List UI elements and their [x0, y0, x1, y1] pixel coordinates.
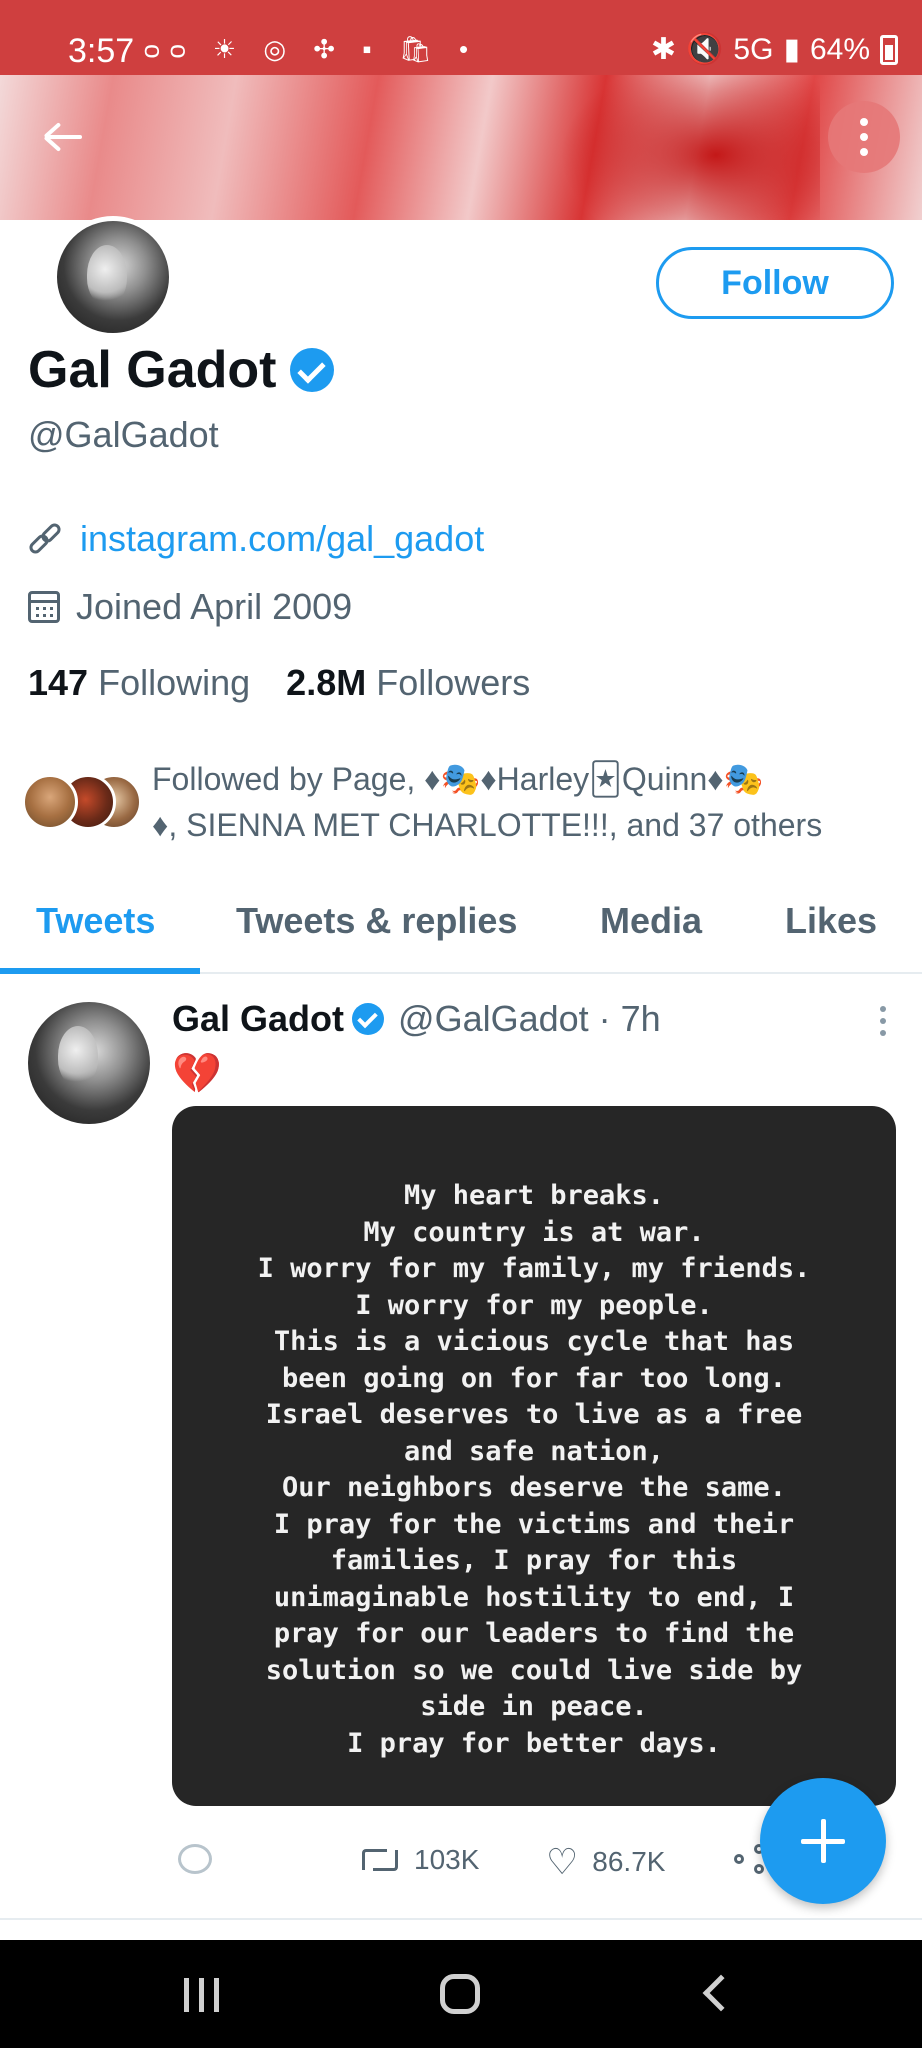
more-vertical-icon — [860, 118, 868, 156]
reply-button[interactable] — [178, 1844, 212, 1874]
tweet-handle-time: @GalGadot · 7h — [398, 998, 661, 1039]
followed-by-line-2: ♦, SIENNA MET CHARLOTTE!!!, and 37 other… — [152, 807, 823, 843]
profile-website-link[interactable]: instagram.com/gal_gadot — [80, 518, 484, 560]
follow-button[interactable]: Follow — [656, 247, 894, 319]
verified-icon — [352, 1003, 385, 1035]
network-label: 5G — [733, 32, 774, 66]
link-icon — [26, 520, 64, 557]
like-count: 86.7K — [592, 1846, 666, 1877]
calendar-icon — [28, 591, 60, 623]
tab-tweets-replies[interactable]: Tweets & replies — [236, 900, 517, 942]
display-name-text: Gal Gadot — [28, 341, 277, 399]
profile-link-row: instagram.com/gal_gadot — [26, 518, 484, 560]
followers-stat[interactable]: 2.8M Followers — [286, 662, 530, 704]
status-notification-icons: ᴑᴑ ☀ ◎ ✣ ▪ 🛍 • — [144, 34, 479, 64]
tweet-header: Gal Gadot @GalGadot · 7h — [172, 998, 661, 1040]
tab-likes[interactable]: Likes — [785, 900, 877, 942]
profile-banner[interactable] — [0, 75, 922, 220]
tweet-text: 💔 — [172, 1052, 222, 1096]
like-button[interactable]: ♡ 86.7K — [546, 1844, 665, 1880]
tab-media[interactable]: Media — [600, 900, 702, 942]
battery-icon — [880, 34, 898, 65]
followed-by-text: Followed by Page, ♦🎭♦Harley🃏Quinn♦🎭 ♦, S… — [152, 756, 892, 848]
tweet-actions: 103K ♡ 86.7K — [172, 1844, 772, 1894]
following-count: 147 — [28, 662, 89, 703]
system-back-icon[interactable] — [702, 1974, 740, 2012]
followers-label: Followers — [376, 662, 531, 703]
back-button[interactable] — [28, 101, 100, 173]
status-time: 3:57 — [68, 32, 135, 70]
profile-stats: 147 Following 2.8M Followers — [28, 662, 530, 704]
tweet-image[interactable]: My heart breaks. My country is at war. I… — [172, 1106, 896, 1806]
more-options-button[interactable] — [828, 101, 900, 173]
compose-plus-icon — [801, 1819, 845, 1863]
tweet-more-icon[interactable] — [880, 1006, 886, 1036]
tweet-author-avatar[interactable] — [28, 1002, 150, 1124]
retweet-button[interactable]: 103K — [360, 1844, 479, 1876]
bluetooth-icon: ✱ — [650, 33, 677, 66]
profile-joined-row: Joined April 2009 — [28, 586, 352, 628]
verified-icon — [290, 348, 335, 392]
following-label: Following — [98, 662, 251, 703]
followers-count: 2.8M — [286, 662, 367, 703]
followed-by-line-1: Followed by Page, ♦🎭♦Harley🃏Quinn♦🎭 — [152, 761, 764, 797]
tweet-author-name[interactable]: Gal Gadot — [172, 998, 344, 1040]
joined-date: Joined April 2009 — [76, 586, 353, 627]
retweet-count: 103K — [414, 1844, 480, 1875]
status-system-icons: ✱ 🔇 5G ▮ 64% — [651, 32, 898, 67]
following-stat[interactable]: 147 Following — [28, 662, 250, 704]
system-nav-bar — [0, 1940, 922, 2048]
profile-tabs: Tweets Tweets & replies Media Likes — [0, 880, 922, 974]
signal-icon: ▮ — [783, 33, 800, 66]
tab-tweets[interactable]: Tweets — [36, 900, 155, 942]
back-arrow-icon — [43, 121, 84, 153]
heart-icon: ♡ — [546, 1841, 579, 1882]
home-icon[interactable] — [440, 1974, 480, 2014]
profile-handle: @GalGadot — [28, 414, 219, 455]
recents-icon[interactable] — [184, 1978, 219, 2012]
mute-icon: 🔇 — [686, 33, 724, 66]
tweet[interactable]: Gal Gadot @GalGadot · 7h 💔 My heart brea… — [0, 974, 922, 1920]
battery-label: 64% — [809, 32, 870, 66]
follower-avatars — [22, 774, 142, 832]
retweet-icon — [360, 1846, 400, 1874]
tweet-image-text: My heart breaks. My country is at war. I… — [257, 1180, 811, 1759]
followers-you-know[interactable]: Followed by Page, ♦🎭♦Harley🃏Quinn♦🎭 ♦, S… — [22, 756, 902, 856]
profile-display-name: Gal Gadot — [28, 340, 335, 400]
status-bar: 3:57 ᴑᴑ ☀ ◎ ✣ ▪ 🛍 • ✱ 🔇 5G ▮ 64% — [0, 0, 922, 75]
profile-avatar[interactable] — [52, 216, 174, 338]
avatar — [22, 774, 78, 830]
reply-icon — [178, 1844, 212, 1874]
compose-tweet-button[interactable] — [760, 1778, 886, 1904]
